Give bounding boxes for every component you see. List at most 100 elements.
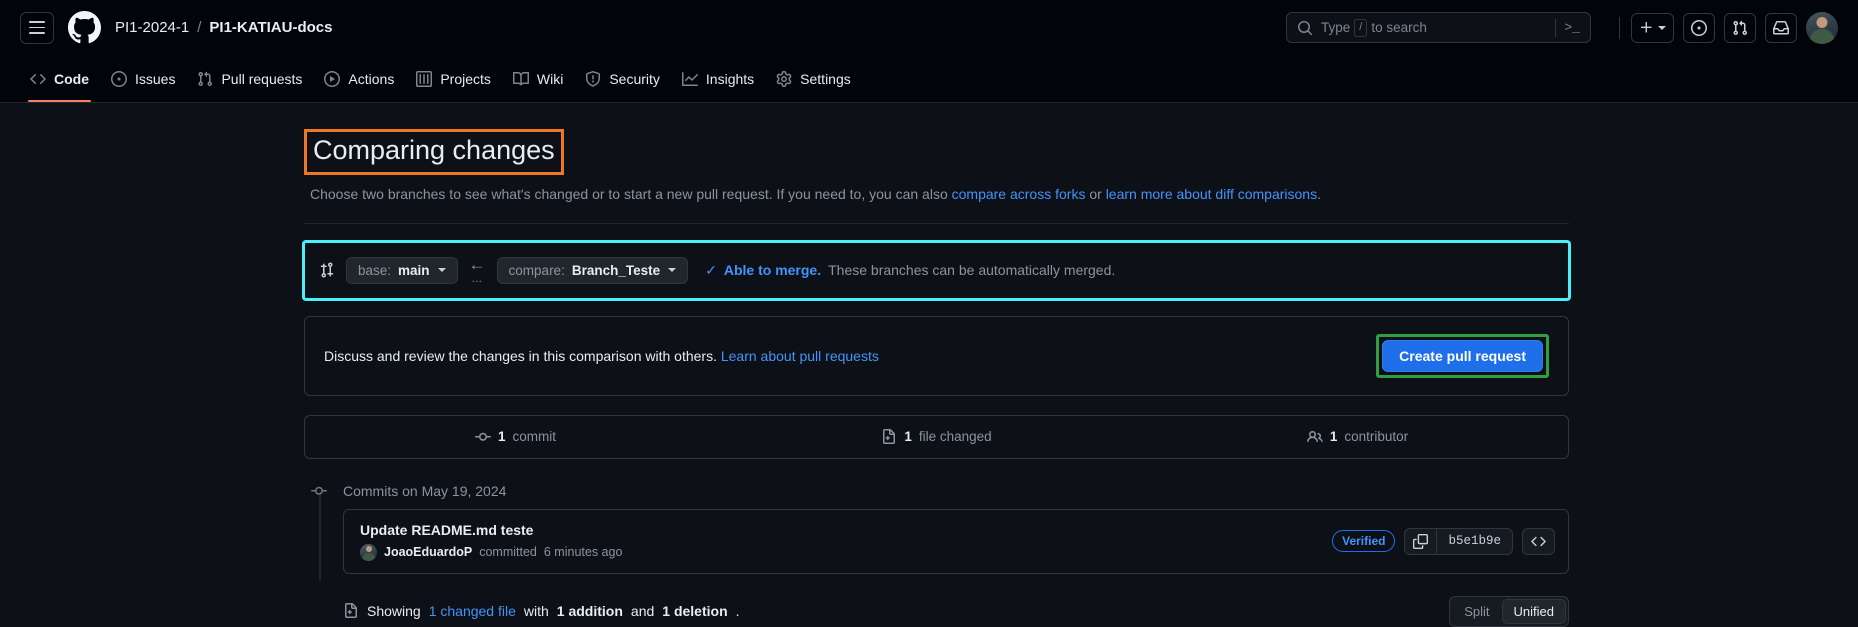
tab-settings[interactable]: Settings — [766, 55, 861, 102]
direction-arrow: ← … — [469, 256, 486, 285]
tab-label: Projects — [440, 70, 491, 87]
chevron-down-icon — [668, 268, 677, 273]
tab-issues[interactable]: Issues — [101, 55, 185, 102]
compare-branch-select[interactable]: compare: Branch_Teste — [496, 256, 689, 284]
tab-projects[interactable]: Projects — [406, 55, 501, 102]
compare-branch-label: compare: — [508, 262, 565, 278]
tab-security[interactable]: Security — [575, 55, 670, 102]
check-icon: ✓ — [705, 261, 717, 278]
stat-label: commit — [512, 429, 557, 445]
breadcrumb: PI1-2024-1 / PI1-KATIAU-docs — [115, 19, 332, 36]
compare-across-forks-link[interactable]: compare across forks — [952, 186, 1086, 202]
period: . — [735, 603, 740, 620]
diff-comparisons-link[interactable]: learn more about diff comparisons — [1106, 186, 1317, 202]
base-branch-value: main — [398, 262, 430, 278]
commit-message[interactable]: Update README.md teste — [360, 522, 622, 538]
tab-label: Actions — [348, 70, 395, 87]
tab-insights[interactable]: Insights — [672, 55, 764, 102]
tab-actions[interactable]: Actions — [314, 55, 404, 102]
play-icon — [324, 70, 341, 87]
base-branch-select[interactable]: base: main — [346, 256, 458, 284]
learn-about-pull-requests-link[interactable]: Learn about pull requests — [721, 348, 879, 364]
commit-date-text: Commits on May 19, 2024 — [343, 482, 507, 499]
stat-commits[interactable]: 1 commit — [305, 429, 726, 445]
verified-badge[interactable]: Verified — [1332, 530, 1396, 553]
search-divider — [1555, 18, 1557, 37]
graph-icon — [681, 71, 698, 86]
compare-branch-value: Branch_Teste — [571, 262, 661, 278]
arrow-left-icon: ← — [468, 254, 486, 274]
tab-label: Pull requests — [221, 70, 303, 87]
merge-status-detail: These branches can be automatically merg… — [828, 262, 1116, 279]
comparison-stats-bar: 1 commit 1 file changed 1 contributor — [304, 414, 1569, 459]
page-title: Comparing changes — [304, 129, 564, 175]
commit-sha[interactable]: b5e1b9e — [1437, 529, 1512, 554]
showing-prefix: Showing — [367, 603, 421, 620]
issues-button[interactable] — [1683, 12, 1715, 43]
subtitle-text-1: Choose two branches to see what's change… — [310, 185, 952, 202]
commit-action-text: committed — [479, 545, 537, 560]
shield-icon — [586, 70, 601, 87]
create-pull-request-button[interactable]: Create pull request — [1382, 339, 1543, 372]
code-icon — [1531, 536, 1546, 546]
github-logo-icon[interactable] — [68, 11, 101, 44]
tab-label: Insights — [705, 70, 755, 87]
and-text: and — [630, 603, 655, 620]
tab-pull-requests[interactable]: Pull requests — [187, 55, 312, 102]
inbox-icon — [1773, 20, 1789, 34]
branch-compare-row: base: main ← … compare: Branch_Teste ✓ A… — [302, 239, 1571, 301]
copy-icon — [1413, 533, 1429, 549]
discuss-box: Discuss and review the changes in this c… — [304, 315, 1569, 396]
git-commit-icon — [474, 432, 491, 441]
discuss-text: Discuss and review the changes in this c… — [324, 348, 879, 364]
page-container: Comparing changes Choose two branches to… — [289, 103, 1571, 627]
branch-compare-bar: base: main ← … compare: Branch_Teste ✓ A… — [302, 239, 1571, 301]
people-icon — [1306, 430, 1323, 442]
stat-contributors[interactable]: 1 contributor — [1147, 429, 1568, 445]
page-subtitle: Choose two branches to see what's change… — [304, 184, 1569, 205]
diff-summary-bar: Showing 1 changed file with 1 addition a… — [311, 595, 1569, 627]
user-avatar[interactable] — [1806, 11, 1838, 44]
terminal-prompt-icon[interactable]: >_ — [1564, 20, 1582, 35]
notifications-button[interactable] — [1765, 12, 1797, 43]
stat-files-changed[interactable]: 1 file changed — [726, 428, 1147, 445]
tab-label: Wiki — [536, 70, 564, 87]
create-pr-annotation: Create pull request — [1376, 333, 1549, 378]
tab-code[interactable]: Code — [20, 55, 99, 102]
hamburger-menu-icon[interactable] — [20, 11, 54, 44]
ellipsis-icon: … — [471, 272, 483, 285]
tab-label: Issues — [135, 70, 176, 87]
stat-label: contributor — [1344, 429, 1409, 445]
breadcrumb-separator: / — [197, 19, 202, 36]
commit-timestamp: 6 minutes ago — [543, 545, 623, 560]
tab-label: Settings — [800, 70, 851, 87]
breadcrumb-repo[interactable]: PI1-KATIAU-docs — [209, 19, 332, 36]
additions-count: 1 addition — [556, 603, 623, 620]
chevron-down-icon — [1658, 25, 1666, 30]
commit-author-avatar[interactable] — [360, 543, 377, 561]
repo-nav-tabs: Code Issues Pull requests Actions Projec… — [0, 55, 1858, 103]
breadcrumb-owner[interactable]: PI1-2024-1 — [115, 19, 189, 36]
tab-wiki[interactable]: Wiki — [503, 55, 573, 102]
browse-repository-button[interactable] — [1522, 527, 1555, 555]
commit-author-name[interactable]: JoaoEduardoP — [384, 545, 472, 559]
search-icon — [1298, 20, 1313, 35]
git-compare-icon — [320, 262, 334, 278]
search-slash-key: / — [1354, 18, 1368, 37]
commit-row: Update README.md teste JoaoEduardoP comm… — [343, 508, 1569, 574]
create-new-button[interactable] — [1631, 12, 1674, 43]
issue-opened-icon — [1691, 19, 1707, 36]
plus-icon — [1640, 21, 1652, 33]
changed-file-link[interactable]: 1 changed file — [429, 603, 516, 619]
pull-requests-button[interactable] — [1724, 12, 1756, 43]
issue-opened-icon — [111, 70, 127, 87]
diff-view-split[interactable]: Split — [1452, 599, 1501, 624]
file-diff-icon — [345, 603, 357, 619]
copy-sha-button[interactable] — [1405, 528, 1438, 554]
table-icon — [416, 70, 433, 87]
subtitle-text-2: or — [1085, 185, 1106, 202]
search-input[interactable]: Type / to search >_ — [1286, 12, 1591, 43]
file-diff-icon — [883, 428, 896, 444]
search-placeholder-text: Type / to search — [1321, 18, 1427, 37]
diff-view-unified[interactable]: Unified — [1501, 598, 1566, 624]
